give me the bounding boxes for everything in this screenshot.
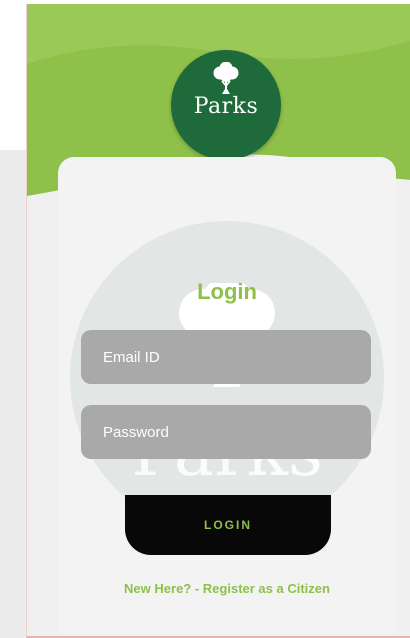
email-placeholder: Email ID xyxy=(103,348,160,366)
login-card: Parks Login Email ID Password LOGIN New … xyxy=(58,157,396,635)
email-field[interactable]: Email ID xyxy=(81,330,371,384)
password-placeholder: Password xyxy=(103,423,169,441)
login-title: Login xyxy=(197,279,257,304)
app-screen: Parks Parks Login Email ID Password LOGI… xyxy=(26,4,410,638)
tree-icon xyxy=(213,62,239,94)
register-link[interactable]: New Here? - Register as a Citizen xyxy=(58,581,396,596)
background-panel xyxy=(0,150,26,638)
login-button[interactable]: LOGIN xyxy=(125,495,331,555)
password-field[interactable]: Password xyxy=(81,405,371,459)
logo-text: Parks xyxy=(193,94,259,119)
parks-logo: Parks xyxy=(171,50,281,160)
